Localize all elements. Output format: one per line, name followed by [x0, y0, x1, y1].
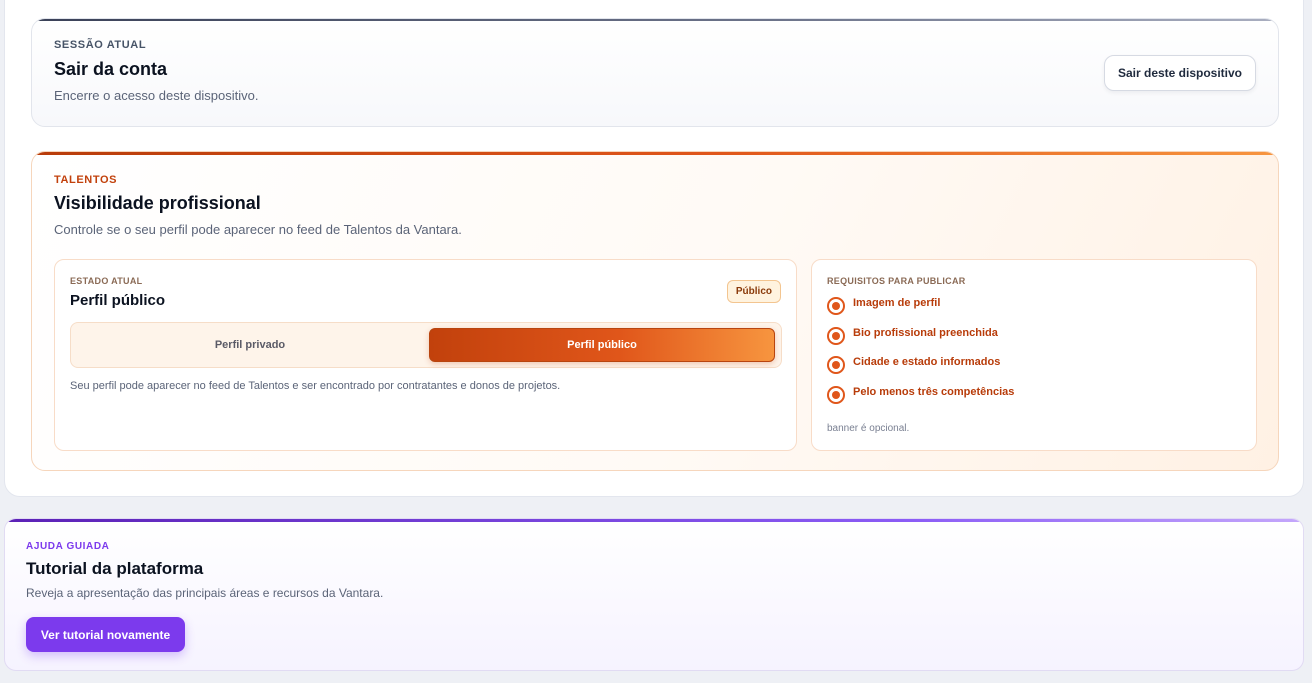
- tutorial-card: AJUDA GUIADA Tutorial da plataforma Reve…: [4, 518, 1304, 671]
- tutorial-eyebrow: AJUDA GUIADA: [26, 541, 110, 552]
- visibility-toggle: Perfil privado Perfil público: [70, 322, 782, 368]
- public-profile-option[interactable]: Perfil público: [429, 328, 775, 362]
- requirement-item: Cidade e estado informados: [827, 356, 1000, 374]
- talents-title: Visibilidade profissional: [54, 193, 261, 213]
- requirement-label: Bio profissional preenchida: [853, 327, 998, 339]
- radio-checked-icon: [827, 386, 845, 404]
- requirements-note: banner é opcional.: [827, 423, 910, 434]
- requirement-label: Pelo menos três competências: [853, 386, 1015, 398]
- requirements-label: REQUISITOS PARA PUBLICAR: [827, 276, 966, 286]
- current-state-value: Perfil público: [70, 292, 166, 309]
- requirement-item: Imagem de perfil: [827, 297, 940, 315]
- requirement-item: Bio profissional preenchida: [827, 327, 998, 345]
- status-badge: Público: [726, 280, 781, 303]
- tutorial-description: Reveja a apresentação das principais áre…: [26, 586, 384, 600]
- radio-checked-icon: [827, 356, 845, 374]
- requirement-label: Cidade e estado informados: [853, 356, 1001, 368]
- talents-card-accent-line: [32, 152, 1278, 155]
- requirements-box: REQUISITOS PARA PUBLICAR Imagem de perfi…: [811, 259, 1257, 451]
- session-card-accent-line: [32, 19, 1278, 21]
- radio-checked-icon: [827, 327, 845, 345]
- session-description: Encerre o acesso deste dispositivo.: [54, 88, 259, 103]
- talents-description: Controle se o seu perfil pode aparecer n…: [54, 222, 462, 237]
- talents-eyebrow: TALENTOS: [54, 174, 118, 186]
- logout-device-button[interactable]: Sair deste dispositivo: [1104, 55, 1256, 91]
- talents-visibility-card: TALENTOS Visibilidade profissional Contr…: [31, 151, 1279, 471]
- session-card: SESSÃO ATUAL Sair da conta Encerre o ace…: [31, 18, 1279, 127]
- current-state-label: ESTADO ATUAL: [70, 276, 143, 286]
- private-profile-option[interactable]: Perfil privado: [75, 328, 425, 362]
- session-title: Sair da conta: [54, 59, 168, 79]
- radio-checked-icon: [827, 297, 845, 315]
- session-eyebrow: SESSÃO ATUAL: [54, 39, 147, 51]
- current-state-box: ESTADO ATUAL Perfil público Público Perf…: [54, 259, 797, 451]
- tutorial-card-accent-line: [5, 519, 1303, 522]
- requirement-item: Pelo menos três competências: [827, 386, 1014, 404]
- visibility-help-text: Seu perfil pode aparecer no feed de Tale…: [70, 380, 561, 392]
- requirement-label: Imagem de perfil: [853, 297, 941, 309]
- tutorial-title: Tutorial da plataforma: [26, 559, 204, 578]
- view-tutorial-button[interactable]: Ver tutorial novamente: [26, 617, 185, 652]
